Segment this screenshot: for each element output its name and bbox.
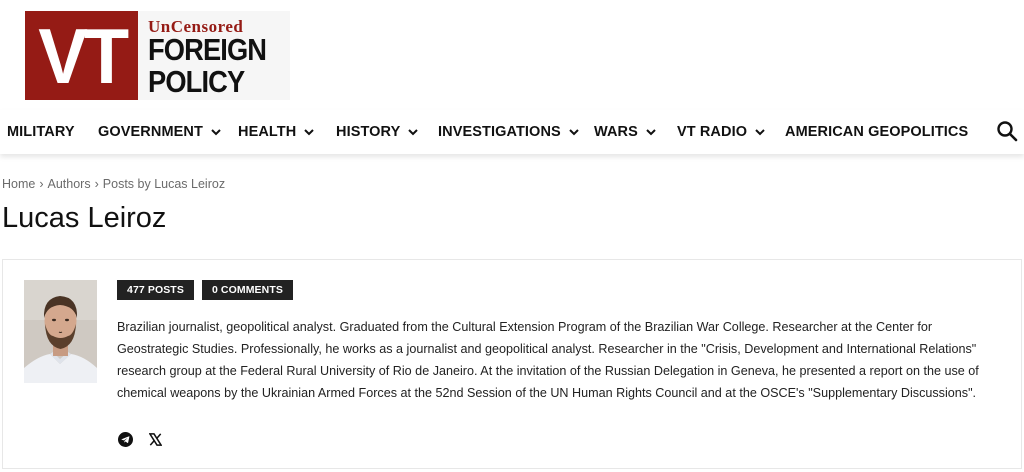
logo-vt-mark: VT bbox=[25, 11, 138, 100]
nav-item-label: HEALTH bbox=[238, 124, 297, 140]
nav-item-label: VT RADIO bbox=[677, 124, 748, 140]
nav-item-label: INVESTIGATIONS bbox=[438, 124, 561, 140]
nav-item-military[interactable]: MILITARY bbox=[7, 110, 75, 154]
site-logo[interactable]: VT UnCensored FOREIGN POLICY bbox=[25, 11, 290, 100]
breadcrumb-current: Posts by Lucas Leiroz bbox=[102, 177, 226, 191]
chevron-down-icon bbox=[569, 128, 579, 136]
posts-count-badge[interactable]: 477 POSTS bbox=[117, 280, 194, 300]
comments-count-badge[interactable]: 0 COMMENTS bbox=[201, 280, 293, 300]
breadcrumb-authors[interactable]: Authors bbox=[48, 177, 91, 191]
nav-item-label: WARS bbox=[594, 124, 638, 140]
nav-item-label: HISTORY bbox=[336, 124, 401, 140]
page-title: Lucas Leiroz bbox=[2, 202, 167, 234]
nav-item-wars[interactable]: WARS bbox=[594, 110, 656, 154]
author-socials bbox=[117, 431, 163, 447]
search-icon[interactable] bbox=[996, 120, 1020, 144]
chevron-down-icon bbox=[304, 128, 315, 136]
logo-vt-text: VT bbox=[37, 11, 129, 100]
author-bio: Brazilian journalist, geopolitical analy… bbox=[117, 320, 979, 400]
chevron-down-icon bbox=[646, 128, 656, 136]
breadcrumb-home[interactable]: Home bbox=[2, 177, 35, 191]
nav-item-investigations[interactable]: INVESTIGATIONS bbox=[438, 110, 579, 154]
main-nav: MILITARY GOVERNMENT HEALTH HISTORY INVES… bbox=[0, 110, 1024, 154]
author-stats: 477 POSTS 0 COMMENTS bbox=[117, 280, 293, 300]
nav-item-label: MILITARY bbox=[7, 124, 75, 140]
nav-item-government[interactable]: GOVERNMENT bbox=[98, 110, 221, 154]
x-icon[interactable] bbox=[147, 431, 163, 447]
nav-item-health[interactable]: HEALTH bbox=[238, 110, 315, 154]
author-avatar[interactable] bbox=[24, 280, 97, 383]
breadcrumb: Home › Authors › Posts by Lucas Leiroz bbox=[2, 177, 225, 191]
telegram-icon[interactable] bbox=[117, 431, 133, 447]
breadcrumb-separator: › bbox=[39, 177, 44, 191]
nav-item-label: GOVERNMENT bbox=[98, 124, 203, 140]
nav-item-vt-radio[interactable]: VT RADIO bbox=[677, 110, 765, 154]
site-header: VT UnCensored FOREIGN POLICY bbox=[0, 0, 1024, 110]
nav-item-american-geopolitics[interactable]: AMERICAN GEOPOLITICS bbox=[785, 110, 968, 154]
chevron-down-icon bbox=[755, 128, 765, 136]
nav-item-history[interactable]: HISTORY bbox=[336, 110, 419, 154]
chevron-down-icon bbox=[408, 128, 419, 136]
logo-line-2: POLICY bbox=[148, 64, 245, 99]
chevron-down-icon bbox=[211, 128, 221, 136]
breadcrumb-separator: › bbox=[94, 177, 99, 191]
nav-item-label: AMERICAN GEOPOLITICS bbox=[785, 124, 969, 140]
logo-line-1: FOREIGN bbox=[148, 32, 267, 67]
author-box: 477 POSTS 0 COMMENTS Brazilian journalis… bbox=[2, 259, 1022, 469]
